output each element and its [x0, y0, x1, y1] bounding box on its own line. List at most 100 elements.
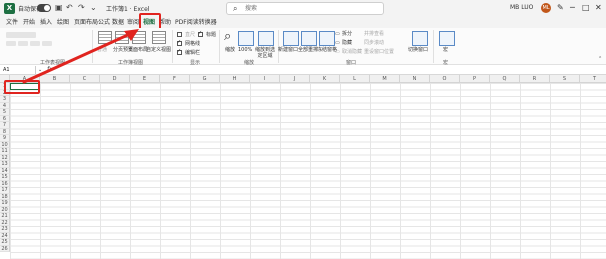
pen-icon[interactable]: ✎ — [557, 3, 564, 13]
column-header[interactable]: H — [220, 75, 250, 83]
reset-window-position-button[interactable]: 重设窗口位置 — [364, 49, 394, 55]
search-icon: ⌕ — [233, 4, 238, 13]
zoom-magnifier-icon[interactable]: ⌕ — [224, 30, 231, 44]
column-header[interactable]: O — [430, 75, 460, 83]
collapse-ribbon-icon[interactable]: ⌃ — [598, 56, 602, 62]
column-header[interactable]: S — [550, 75, 580, 83]
column-header[interactable]: M — [370, 75, 400, 83]
column-header[interactable]: E — [130, 75, 160, 83]
side-by-side-button[interactable]: 并排查看 — [364, 31, 384, 37]
sheet-view-keep-button[interactable] — [6, 41, 16, 46]
fx-icon[interactable]: fx — [47, 66, 53, 74]
zoom-100-button[interactable]: 100% — [238, 47, 252, 53]
page-layout-view-icon[interactable] — [132, 31, 146, 44]
user-name[interactable]: MB LUO — [510, 4, 533, 11]
column-header[interactable]: P — [460, 75, 490, 83]
sheet-view-dropdown[interactable] — [6, 32, 36, 38]
separator — [172, 30, 173, 63]
sheet-view-new-button[interactable] — [30, 41, 40, 46]
column-header[interactable]: R — [520, 75, 550, 83]
column-header[interactable]: K — [310, 75, 340, 83]
column-header[interactable]: T — [580, 75, 606, 83]
column-header[interactable]: J — [280, 75, 310, 83]
tab-review[interactable]: 审阅 — [127, 18, 139, 27]
zoom-100-icon[interactable] — [238, 31, 254, 46]
separator — [219, 30, 220, 63]
sheet-view-exit-button[interactable] — [18, 41, 28, 46]
tab-data[interactable]: 数据 — [112, 18, 124, 27]
namebox-dropdown-icon[interactable]: ⌄ — [38, 67, 42, 73]
column-header[interactable]: Q — [490, 75, 520, 83]
column-header[interactable]: D — [100, 75, 130, 83]
ruler-label: 直尺 — [185, 32, 196, 38]
separator — [92, 30, 93, 63]
formula-input[interactable] — [58, 66, 598, 74]
hide-button[interactable]: 隐藏 — [342, 40, 352, 46]
ruler-checkbox[interactable] — [177, 32, 182, 37]
tab-pdf-converter[interactable]: PDF阅读转换器 — [175, 18, 217, 27]
freeze-panes-button[interactable]: 冻结窗格 — [317, 47, 337, 53]
search-box[interactable]: ⌕ — [226, 2, 384, 15]
unhide-button[interactable]: 取消隐藏 — [342, 49, 362, 55]
tab-page-layout[interactable]: 页面布局 — [74, 18, 98, 27]
undo-icon[interactable]: ↶ — [66, 3, 73, 13]
document-title: 工作簿1 · Excel — [106, 6, 150, 13]
formula-bar: A1 ⌄ fx — [0, 65, 606, 75]
column-header[interactable]: B — [40, 75, 70, 83]
macros-button[interactable]: 宏 — [443, 47, 448, 53]
tab-insert[interactable]: 插入 — [40, 18, 52, 27]
normal-view-button[interactable]: 普通 — [97, 47, 107, 53]
search-input[interactable] — [245, 4, 375, 13]
arrange-all-icon[interactable] — [301, 31, 317, 46]
headings-checkbox[interactable] — [198, 30, 203, 37]
tab-formulas[interactable]: 公式 — [98, 18, 110, 27]
split-icon: ▭ — [335, 31, 340, 37]
column-header[interactable]: N — [400, 75, 430, 83]
hide-icon: ▭ — [335, 40, 340, 46]
name-box[interactable]: A1 — [2, 66, 36, 74]
macros-icon[interactable] — [439, 31, 455, 46]
column-header[interactable]: F — [160, 75, 190, 83]
sync-scroll-button[interactable]: 同步滚动 — [364, 40, 384, 46]
minimize-icon[interactable]: ─ — [570, 3, 575, 13]
gridlines-checkbox[interactable] — [177, 39, 182, 46]
new-window-button[interactable]: 新建窗口 — [278, 47, 298, 53]
custom-views-button[interactable]: 自定义视图 — [146, 47, 171, 53]
maximize-icon[interactable]: □ — [582, 3, 590, 13]
page-break-preview-icon[interactable] — [115, 31, 129, 44]
column-header[interactable]: C — [70, 75, 100, 83]
column-header[interactable]: G — [190, 75, 220, 83]
zoom-to-selection-icon[interactable] — [258, 31, 274, 46]
tab-draw[interactable]: 绘图 — [57, 18, 69, 27]
close-icon[interactable]: ✕ — [595, 3, 602, 13]
custom-views-icon[interactable] — [152, 31, 166, 44]
customize-quick-access-icon[interactable]: ⌄ — [90, 3, 97, 13]
excel-logo-icon: X — [4, 3, 15, 14]
save-icon[interactable]: ▣ — [55, 3, 63, 13]
zoom-to-selection-button[interactable]: 缩放到选定区域 — [254, 47, 276, 59]
split-button[interactable]: 拆分 — [342, 31, 352, 37]
cell-grid[interactable] — [10, 83, 606, 259]
avatar[interactable]: ML — [541, 3, 551, 13]
worksheet[interactable]: ABCDEFGHIJKLMNOPQRST 1 2 3 4 5 6 7 8 9 10 11 12 13 14… — [0, 75, 606, 259]
switch-windows-button[interactable]: 切换窗口 — [408, 47, 428, 53]
ribbon: 工作表视图 普通 分页预览 页面布局 自定义视图 工作簿视图 直尺 标题 网格线… — [0, 28, 606, 66]
switch-windows-icon[interactable] — [412, 31, 428, 46]
formula-bar-checkbox[interactable] — [177, 48, 182, 55]
autosave-toggle[interactable] — [37, 4, 51, 12]
page-layout-view-button[interactable]: 页面布局 — [128, 47, 148, 53]
redo-icon[interactable]: ↷ — [78, 3, 85, 13]
freeze-panes-icon[interactable] — [319, 31, 335, 46]
sheet-view-options-button[interactable] — [42, 41, 52, 46]
formula-bar-label: 编辑栏 — [185, 50, 201, 56]
tab-home[interactable]: 开始 — [23, 18, 35, 27]
row-header[interactable]: 26 — [0, 245, 10, 252]
zoom-button[interactable]: 缩放 — [225, 47, 235, 53]
arrange-all-button[interactable]: 全部重排 — [298, 47, 318, 53]
normal-view-icon[interactable] — [98, 31, 112, 44]
title-bar: X 自动保存 ▣ ↶ ↷ ⌄ 工作簿1 · Excel ⌕ MB LUO ML … — [0, 0, 606, 17]
new-window-icon[interactable] — [283, 31, 299, 46]
tab-file[interactable]: 文件 — [6, 18, 18, 27]
column-header[interactable]: I — [250, 75, 280, 83]
column-header[interactable]: L — [340, 75, 370, 83]
